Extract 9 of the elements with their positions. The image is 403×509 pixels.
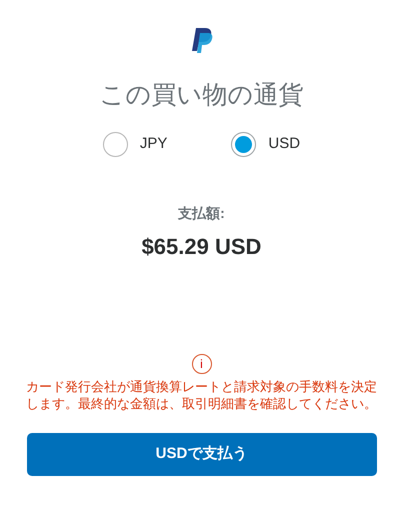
- currency-radio[interactable]: JPY: [102, 132, 168, 157]
- currency-radio[interactable]: USD: [231, 132, 300, 157]
- amount-label: 支払額:: [178, 204, 225, 223]
- info-icon: i: [192, 354, 212, 374]
- logo-icon: [190, 27, 214, 54]
- page-title: この買い物の通貨: [100, 80, 304, 110]
- amount-value: $65.29 USD: [142, 233, 262, 261]
- notice-text: カード発行会社が通貨換算レートと請求対象の手数料を決定します。最終的な金額は、取引明細書を確認してください。: [26, 378, 378, 412]
- pay-button[interactable]: USDで支払う: [26, 433, 376, 476]
